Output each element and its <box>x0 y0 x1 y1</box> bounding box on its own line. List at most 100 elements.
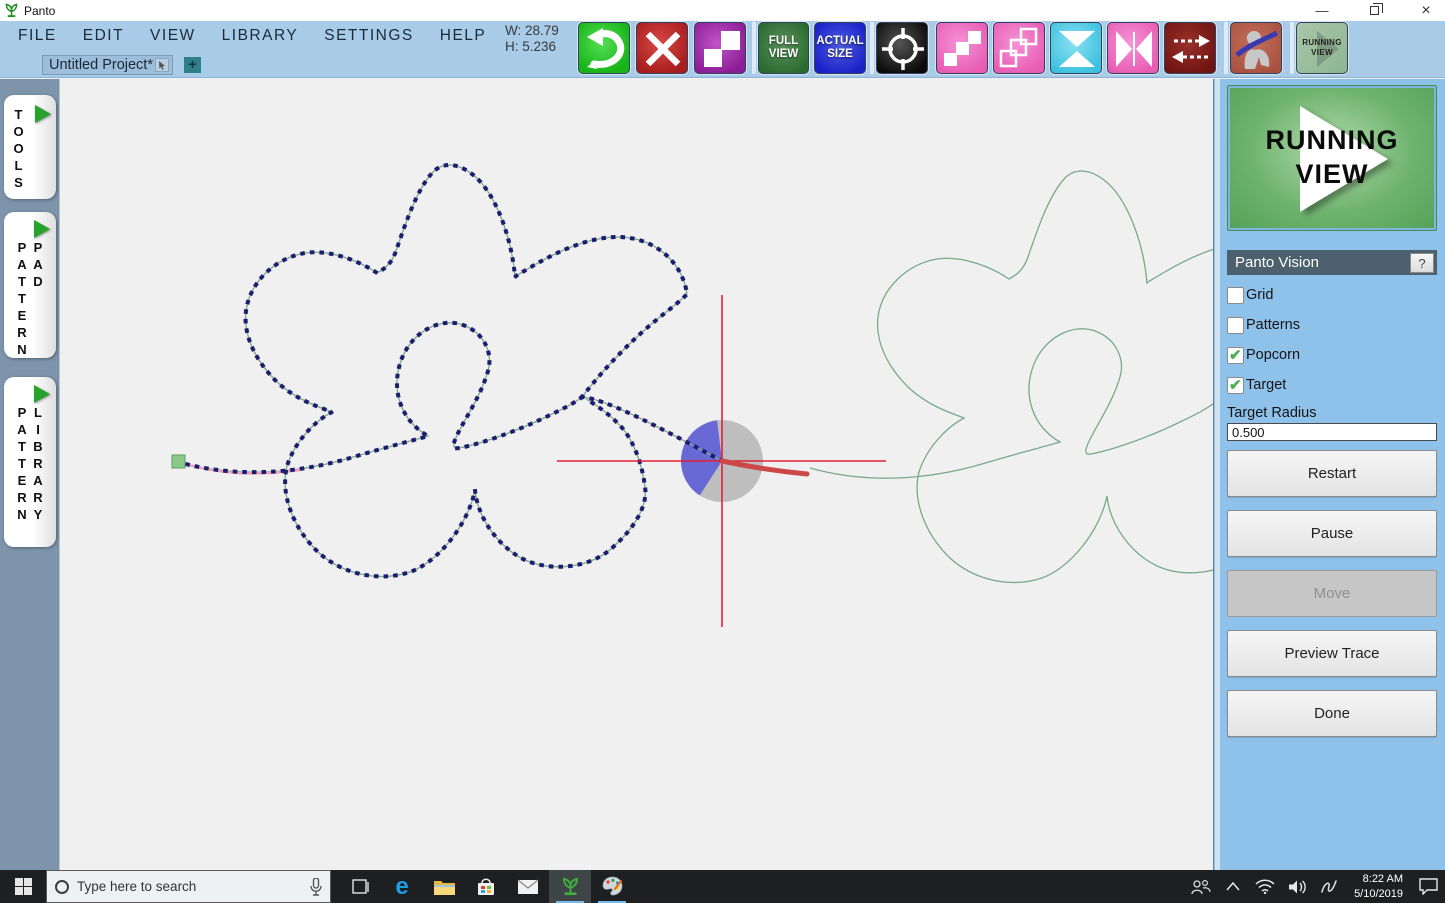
panto-app-icon <box>561 877 580 896</box>
file-explorer-button[interactable] <box>423 870 465 903</box>
add-tab-button[interactable]: + <box>184 57 201 73</box>
swap-direction-button[interactable] <box>1164 22 1216 74</box>
task-view-icon <box>350 877 370 897</box>
patterns-checkbox[interactable] <box>1227 317 1244 334</box>
start-button[interactable] <box>0 870 46 903</box>
target-checkbox[interactable] <box>1227 377 1244 394</box>
menu-view[interactable]: VIEW <box>150 27 196 45</box>
pattern-height-value: H: 5.236 <box>505 39 559 55</box>
close-button[interactable]: × <box>1415 2 1437 20</box>
flip-vertical-button[interactable] <box>1050 22 1102 74</box>
wifi-icon[interactable] <box>1254 874 1276 900</box>
microphone-icon[interactable] <box>310 878 322 896</box>
mail-button[interactable] <box>507 870 549 903</box>
running-view-label-2: VIEW <box>1295 158 1368 192</box>
taskbar-search[interactable]: Type here to search <box>46 870 331 903</box>
volume-icon[interactable] <box>1286 874 1308 900</box>
stairs-solid-button[interactable] <box>936 22 988 74</box>
stairs-solid-icon <box>937 23 988 74</box>
help-button[interactable]: ? <box>1410 253 1434 273</box>
done-button[interactable]: Done <box>1227 690 1437 737</box>
windows-taskbar: Type here to search e <box>0 870 1445 903</box>
pattern-dimensions: W: 28.79 H: 5.236 <box>505 23 559 55</box>
running-view-button[interactable]: RUNNING VIEW <box>1227 85 1437 231</box>
grid-checkbox[interactable] <box>1227 287 1244 304</box>
target-checkbox-row: Target <box>1227 375 1437 395</box>
pantograph-person-button[interactable] <box>1230 22 1282 74</box>
task-view-button[interactable] <box>339 870 381 903</box>
menu-file[interactable]: FILE <box>18 27 57 45</box>
grid-checkbox-label: Grid <box>1246 287 1273 303</box>
stairs-outline-button[interactable] <box>993 22 1045 74</box>
pause-button[interactable]: Pause <box>1227 510 1437 557</box>
mail-envelope-icon <box>517 879 539 895</box>
target-crosshair-button[interactable] <box>876 22 928 74</box>
edge-taskbar-button[interactable]: e <box>381 870 423 903</box>
project-tab[interactable]: Untitled Project* <box>42 55 173 75</box>
actual-size-label-1: ACTUAL <box>816 35 863 48</box>
sidebar-tab-pattern-pad[interactable]: PATTERN PAD <box>4 212 56 358</box>
store-button[interactable] <box>465 870 507 903</box>
menu-help[interactable]: HELP <box>440 27 487 45</box>
flip-horizontal-button[interactable] <box>1107 22 1159 74</box>
clock-date: 5/10/2019 <box>1354 887 1403 901</box>
quilting-canvas[interactable] <box>60 79 1213 870</box>
sidebar-tab-tools[interactable]: TOOLS <box>4 95 56 199</box>
window-title: Panto <box>24 4 55 18</box>
running-view-panel: RUNNING VIEW Panto Vision ? Grid Pattern… <box>1213 79 1445 870</box>
running-view-small-label-2: VIEW <box>1311 48 1333 58</box>
delete-button[interactable] <box>636 22 688 74</box>
two-squares-icon <box>695 23 746 74</box>
chevron-up-icon[interactable] <box>1222 874 1244 900</box>
people-icon[interactable] <box>1190 874 1212 900</box>
sidebar-tab-pattern-library[interactable]: PATTERN LIBRARY <box>4 377 56 547</box>
popcorn-checkbox[interactable] <box>1227 347 1244 364</box>
running-view-label-1: RUNNING <box>1266 124 1399 158</box>
flip-vertical-icon <box>1051 23 1102 74</box>
action-center-icon[interactable] <box>1417 874 1439 900</box>
play-icon <box>34 220 50 238</box>
restore-button[interactable] <box>1363 3 1385 18</box>
pattern-outline-flower2 <box>810 171 1213 582</box>
actual-size-label-2: SIZE <box>827 48 853 61</box>
folder-icon <box>433 878 456 896</box>
windows-ink-icon[interactable] <box>1318 874 1340 900</box>
tab-cursor-icon <box>155 58 169 72</box>
panto-taskbar-button[interactable] <box>549 870 591 903</box>
pattern-outline-flower1 <box>178 165 722 576</box>
popcorn-checkbox-row: Popcorn <box>1227 345 1437 365</box>
menu-library[interactable]: LIBRARY <box>222 27 299 45</box>
pattern-pad-label-word1: PATTERN <box>16 240 29 359</box>
preview-trace-button[interactable]: Preview Trace <box>1227 630 1437 677</box>
taskbar-clock[interactable]: 8:22 AM 5/10/2019 <box>1350 872 1407 901</box>
popcorn-checkbox-label: Popcorn <box>1246 347 1300 363</box>
stitched-popcorn-dots <box>178 165 722 576</box>
menu-settings[interactable]: SETTINGS <box>324 27 414 45</box>
pantograph-pattern-graphic <box>60 79 1213 870</box>
edge-icon: e <box>395 875 408 899</box>
windows-logo-icon <box>15 878 32 895</box>
search-placeholder: Type here to search <box>77 879 302 894</box>
move-button[interactable]: Move <box>1227 570 1437 617</box>
pattern-start-point <box>172 455 185 468</box>
x-icon <box>637 23 688 74</box>
panto-application-window: Panto — × FILE EDIT VIEW LIBRARY SETTING… <box>0 0 1445 903</box>
minimize-button[interactable]: — <box>1311 3 1333 18</box>
full-view-button[interactable]: FULL VIEW <box>758 22 809 74</box>
pattern-library-label-word2: LIBRARY <box>32 405 45 524</box>
restart-button[interactable]: Restart <box>1227 450 1437 497</box>
menu-edit[interactable]: EDIT <box>83 27 124 45</box>
full-view-label-1: FULL <box>769 35 798 48</box>
target-radius-input[interactable] <box>1227 423 1437 441</box>
swap-squares-button[interactable] <box>694 22 746 74</box>
left-sidebar: TOOLS PATTERN PAD PATTERN LIBRARY <box>0 79 60 870</box>
store-bag-icon <box>476 877 496 897</box>
flip-horizontal-icon <box>1108 23 1159 74</box>
actual-size-button[interactable]: ACTUAL SIZE <box>814 22 866 74</box>
paint-taskbar-button[interactable] <box>591 870 633 903</box>
running-view-toolbar-button[interactable]: RUNNING VIEW <box>1296 22 1348 74</box>
app-logo-icon <box>4 3 19 18</box>
header-toolbar-area: FILE EDIT VIEW LIBRARY SETTINGS HELP Unt… <box>0 21 1445 78</box>
title-bar: Panto — × <box>0 0 1445 21</box>
undo-button[interactable] <box>578 22 630 74</box>
